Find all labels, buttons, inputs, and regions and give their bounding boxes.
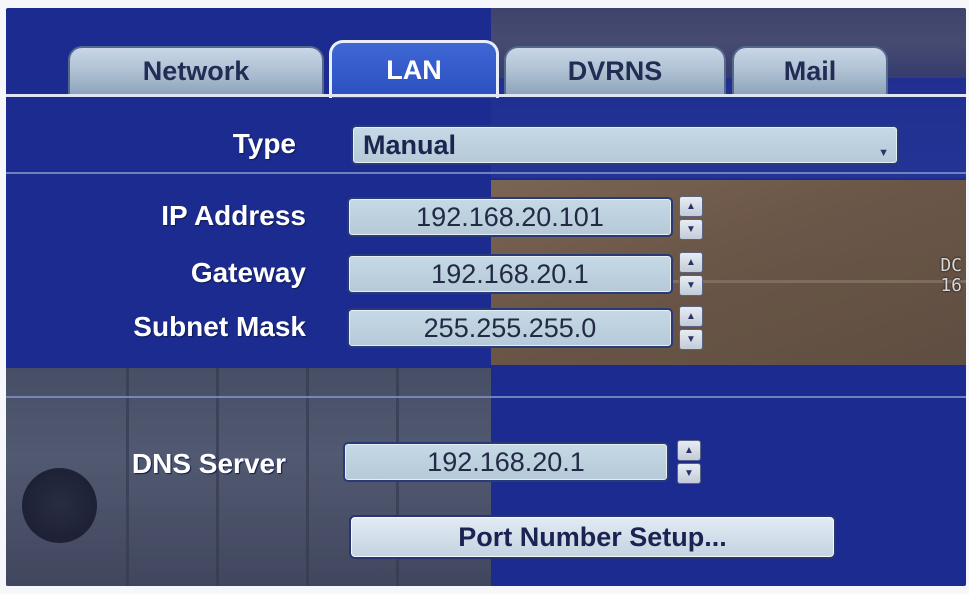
up-arrow-icon[interactable]: ▲	[677, 440, 701, 461]
ip-address-stepper[interactable]: ▲ ▼	[679, 196, 703, 240]
down-arrow-icon[interactable]: ▼	[679, 275, 703, 296]
type-dropdown[interactable]: Manual ▼	[351, 125, 899, 165]
port-number-setup-button[interactable]: Port Number Setup...	[349, 515, 836, 559]
dns-server-stepper[interactable]: ▲ ▼	[677, 440, 701, 484]
gateway-value: 192.168.20.1	[431, 258, 589, 289]
up-arrow-icon[interactable]: ▲	[679, 196, 703, 217]
down-arrow-icon[interactable]: ▼	[679, 329, 703, 350]
subnet-mask-value: 255.255.255.0	[423, 312, 597, 343]
tab-mail[interactable]: Mail	[732, 46, 888, 94]
down-arrow-icon[interactable]: ▼	[679, 219, 703, 240]
section-divider	[6, 172, 966, 174]
type-label: Type	[232, 128, 296, 159]
type-value: Manual	[363, 129, 457, 160]
tab-dvrns[interactable]: DVRNS	[504, 46, 726, 94]
dvr-screen: DC 16 Network LAN DVRNS Mail Type Manual…	[6, 8, 966, 586]
subnet-mask-stepper[interactable]: ▲ ▼	[679, 306, 703, 350]
up-arrow-icon[interactable]: ▲	[679, 252, 703, 273]
gateway-stepper[interactable]: ▲ ▼	[679, 252, 703, 296]
gateway-label: Gateway	[190, 257, 306, 288]
chevron-down-icon: ▼	[878, 147, 889, 159]
dns-server-label: DNS Server	[131, 448, 286, 479]
gateway-field[interactable]: 192.168.20.1	[347, 254, 673, 294]
tab-lan[interactable]: LAN	[329, 40, 499, 98]
dns-server-field[interactable]: 192.168.20.1	[343, 442, 669, 482]
ip-address-field[interactable]: 192.168.20.101	[347, 197, 673, 237]
section-divider	[6, 396, 966, 398]
subnet-mask-field[interactable]: 255.255.255.0	[347, 308, 673, 348]
camera-overlay-text: DC 16	[940, 255, 962, 296]
ip-address-value: 192.168.20.101	[416, 201, 604, 232]
dns-server-value: 192.168.20.1	[427, 446, 585, 477]
up-arrow-icon[interactable]: ▲	[679, 306, 703, 327]
ip-address-label: IP Address	[161, 200, 306, 231]
down-arrow-icon[interactable]: ▼	[677, 463, 701, 484]
tab-network[interactable]: Network	[68, 46, 324, 94]
subnet-mask-label: Subnet Mask	[133, 311, 306, 342]
tab-underline	[6, 94, 966, 97]
